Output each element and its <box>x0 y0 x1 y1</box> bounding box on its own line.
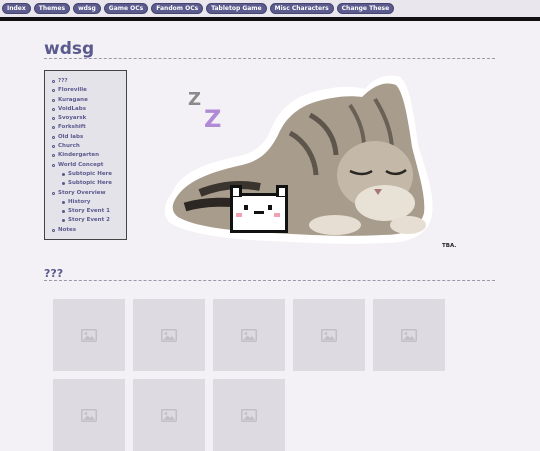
section-title: ??? <box>44 267 64 280</box>
toc-link[interactable]: Old labs <box>51 133 122 142</box>
toc-link[interactable]: Church <box>51 142 122 151</box>
nav-button-index[interactable]: Index <box>2 3 31 14</box>
zz-letter-purple: Z <box>204 105 221 133</box>
nav-button-misc-characters[interactable]: Misc Characters <box>269 3 334 14</box>
nav-button-change-these[interactable]: Change These <box>336 3 395 14</box>
toc-link[interactable]: ??? <box>51 77 122 86</box>
gallery-thumbnail[interactable] <box>213 379 285 451</box>
image-placeholder-icon <box>241 328 257 342</box>
toc-link[interactable]: VoidLabs <box>51 105 122 114</box>
gallery-thumbnail[interactable] <box>293 299 365 371</box>
toc-link[interactable]: Story Event 2 <box>51 216 122 225</box>
gallery-thumbnail[interactable] <box>53 299 125 371</box>
toc-link[interactable]: Subtopic Here <box>51 179 122 188</box>
toc-link[interactable]: World Concept <box>51 161 122 170</box>
image-placeholder-icon <box>401 328 417 342</box>
image-placeholder-icon <box>321 328 337 342</box>
toc-link[interactable]: Forkshift <box>51 123 122 132</box>
toc-link[interactable]: Subtopic Here <box>51 170 122 179</box>
table-of-contents: ??? Floreville Kuragane VoidLabs Svoyarsk For… <box>44 70 127 240</box>
toc-link[interactable]: Kuragane <box>51 96 122 105</box>
toc-link[interactable]: Floreville <box>51 86 122 95</box>
nav-button-wdsg[interactable]: wdsg <box>73 3 101 14</box>
gallery-thumbnail[interactable] <box>133 299 205 371</box>
nav-button-tabletop-game[interactable]: Tabletop Game <box>206 3 267 14</box>
toc-link[interactable]: Story Overview <box>51 189 122 198</box>
section-divider <box>44 280 495 281</box>
gallery-thumbnail[interactable] <box>213 299 285 371</box>
image-placeholder-icon <box>81 408 97 422</box>
gallery-thumbnail[interactable] <box>133 379 205 451</box>
image-placeholder-icon <box>161 408 177 422</box>
nav-button-fandom-ocs[interactable]: Fandom OCs <box>151 3 204 14</box>
nav-button-game-ocs[interactable]: Game OCs <box>103 3 149 14</box>
image-placeholder-icon <box>161 328 177 342</box>
sleeping-kitten-banner: Z Z <box>164 75 433 244</box>
nav-button-themes[interactable]: Themes <box>33 3 71 14</box>
toc-link[interactable]: Story Event 1 <box>51 207 122 216</box>
toc-link[interactable]: History <box>51 198 122 207</box>
top-navigation: Index Themes wdsg Game OCs Fandom OCs Tableto… <box>0 0 540 21</box>
page-title: wdsg <box>44 39 95 59</box>
image-placeholder-icon <box>81 328 97 342</box>
banner-caption: TBA. <box>442 243 457 249</box>
gallery-thumbnail[interactable] <box>53 379 125 451</box>
gallery-thumbnail[interactable] <box>373 299 445 371</box>
toc-link[interactable]: Svoyarsk <box>51 114 122 123</box>
toc-link[interactable]: Notes <box>51 226 122 235</box>
toc-link[interactable]: Kindergarten <box>51 151 122 160</box>
zz-letter-gray: Z <box>188 89 201 110</box>
image-placeholder-icon <box>241 408 257 422</box>
title-divider <box>44 58 495 59</box>
